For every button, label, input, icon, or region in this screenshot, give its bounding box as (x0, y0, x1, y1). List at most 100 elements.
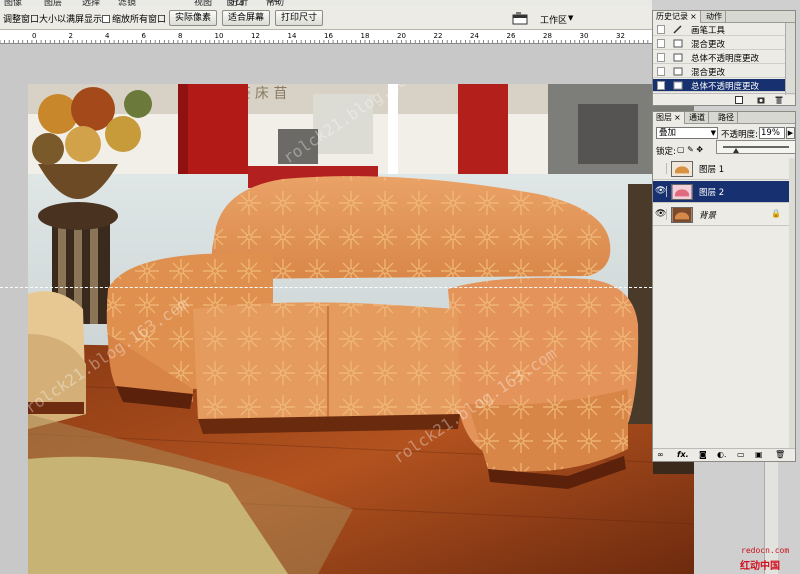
history-state-icon (673, 39, 683, 48)
history-item-label: 混合更改 (691, 40, 726, 50)
opacity-label: 不透明度: (721, 130, 758, 140)
tab-actions-label: 动作 (706, 12, 722, 21)
history-item[interactable]: 混合更改 (653, 37, 795, 50)
history-item-label: 总体不透明度更改 (691, 82, 760, 92)
options-bar: 调整窗口大小以满屏显示 缩放所有窗口 实际像素 适合屏幕 打印尺寸 工作区 ▼ (0, 6, 652, 30)
layers-panel: 图层 × 通道 路径 叠加 ▼ 不透明度: 19% ▶ 锁定: ▢ ✎ ✥ 图层 … (652, 111, 796, 462)
workspace-label[interactable]: 工作区 (540, 13, 567, 26)
eye-icon[interactable]: 👁 (655, 209, 667, 220)
ruler-label: 2 (69, 32, 73, 40)
fit-screen-button[interactable]: 适合屏幕 (222, 10, 270, 26)
actual-pixels-button[interactable]: 实际像素 (169, 10, 217, 26)
trash-icon[interactable]: 🗑 (775, 450, 785, 459)
history-footer (653, 93, 795, 105)
ruler-label: 12 (251, 32, 260, 40)
lock-options: ▢ ✎ ✥ (677, 145, 703, 154)
canvas-image[interactable]: 吉 豪 床 苜 rolck21.blog.163.com rolck21.blo… (28, 84, 694, 574)
lock-pixels-icon[interactable]: ✎ (687, 145, 694, 154)
opacity-slider-knob[interactable] (732, 148, 739, 153)
history-snapshot-slot[interactable] (657, 81, 665, 90)
ruler-label: 8 (178, 32, 182, 40)
tab-layers-label: 图层 (656, 113, 672, 122)
history-item[interactable]: 混合更改 (653, 65, 795, 78)
close-icon[interactable]: × (674, 113, 681, 122)
link-icon[interactable]: ∞ (657, 450, 664, 459)
history-state-icon (673, 67, 683, 76)
ruler-label: 0 (32, 32, 36, 40)
history-item[interactable]: 总体不透明度更改 (653, 51, 795, 64)
blend-mode-select[interactable]: 叠加 ▼ (656, 127, 718, 139)
tab-layers[interactable]: 图层 × (653, 112, 685, 124)
layer-name: 图层 2 (699, 188, 725, 198)
close-icon[interactable]: × (690, 12, 697, 21)
zoom-all-windows-checkbox[interactable] (102, 14, 110, 23)
tab-actions[interactable]: 动作 (703, 11, 726, 23)
workspace-icon[interactable] (512, 11, 528, 25)
tab-channels[interactable]: 通道 (686, 112, 709, 124)
site-watermark-name: 红动中国 (740, 561, 780, 572)
site-watermark-url: redocn.com (741, 546, 790, 555)
history-snapshot-slot[interactable] (657, 53, 665, 62)
blend-mode-value: 叠加 (659, 128, 677, 138)
sofa-photo: 吉 豪 床 苜 rolck21.blog.163.com rolck21.blo… (28, 84, 694, 574)
ruler-ticks: 0 2 4 6 8 10 12 14 16 18 20 22 24 26 28 30 32 (0, 32, 649, 43)
history-item[interactable]: 画笔工具 (653, 23, 795, 36)
resize-windows-label: 调整窗口大小以满屏显示 (3, 15, 103, 25)
eye-icon[interactable]: 👁 (655, 186, 667, 197)
fx-icon[interactable]: fx. (677, 450, 689, 459)
layer-name: 背景 (699, 211, 717, 221)
ruler-label: 6 (142, 32, 147, 40)
layer-row[interactable]: 👁 背景 🔒 (653, 204, 790, 226)
lock-position-icon[interactable]: ✥ (696, 145, 703, 154)
opacity-input[interactable]: 19% (759, 127, 785, 139)
trash-icon[interactable] (775, 96, 783, 104)
history-item-selected[interactable]: 总体不透明度更改 (653, 79, 795, 92)
horizontal-guide[interactable] (0, 287, 652, 288)
layer-visibility-toggle[interactable] (655, 163, 667, 174)
ruler-label: 10 (215, 32, 224, 40)
brush-icon (673, 25, 682, 34)
layer-thumbnail (671, 184, 693, 200)
history-tabs: 历史记录 × 动作 (653, 11, 795, 23)
resize-windows-option[interactable]: 调整窗口大小以满屏显示 (3, 12, 102, 25)
layer-row[interactable]: 图层 1 (653, 158, 790, 180)
horizontal-ruler: 0 2 4 6 8 10 12 14 16 18 20 22 24 26 28 30 32 (0, 30, 652, 44)
history-snapshot-slot[interactable] (657, 67, 665, 76)
opacity-slider-button[interactable]: ▶ (786, 127, 795, 139)
layer-name: 图层 1 (699, 165, 725, 175)
ruler-label: 14 (288, 32, 297, 40)
ruler-label: 20 (397, 32, 406, 40)
history-snapshot-slot[interactable] (657, 25, 665, 34)
lock-label: 锁定: (656, 147, 676, 157)
ruler-label: 4 (105, 32, 110, 40)
tab-history[interactable]: 历史记录 × (653, 11, 701, 23)
history-scrollbar[interactable] (785, 23, 795, 95)
workspace-dropdown-icon[interactable]: ▼ (568, 14, 573, 22)
ruler-label: 18 (361, 32, 370, 40)
lock-transparency-icon[interactable]: ▢ (677, 145, 685, 154)
ruler-label: 22 (434, 32, 443, 40)
history-state-icon (673, 53, 683, 62)
zoom-all-windows-label: 缩放所有窗口 (112, 15, 167, 25)
ruler-label: 32 (616, 32, 625, 40)
layers-scrollbar[interactable] (789, 158, 795, 448)
history-item-label: 画笔工具 (691, 26, 726, 36)
history-state-icon (673, 81, 683, 90)
adjustment-icon[interactable]: ◐. (717, 450, 727, 459)
history-panel: 历史记录 × 动作 画笔工具 混合更改 总体不透明度更改 混合更改 总体不透明度更… (652, 10, 796, 106)
ruler-label: 16 (324, 32, 333, 40)
zoom-all-windows-option[interactable]: 缩放所有窗口 (102, 12, 166, 25)
snapshot-icon[interactable] (757, 96, 765, 104)
lock-icon: 🔒 (771, 209, 781, 218)
history-item-label: 总体不透明度更改 (691, 54, 760, 64)
new-layer-icon[interactable]: ▣ (755, 450, 763, 459)
group-icon[interactable]: ▭ (737, 450, 745, 459)
history-snapshot-slot[interactable] (657, 39, 665, 48)
print-size-button[interactable]: 打印尺寸 (275, 10, 323, 26)
layer-row-selected[interactable]: 👁 图层 2 (653, 181, 790, 203)
new-document-icon[interactable] (735, 96, 743, 104)
ruler-label: 26 (507, 32, 516, 40)
tab-paths-label: 路径 (718, 113, 734, 122)
mask-icon[interactable]: ◙ (699, 450, 707, 459)
tab-paths[interactable]: 路径 (715, 112, 738, 124)
